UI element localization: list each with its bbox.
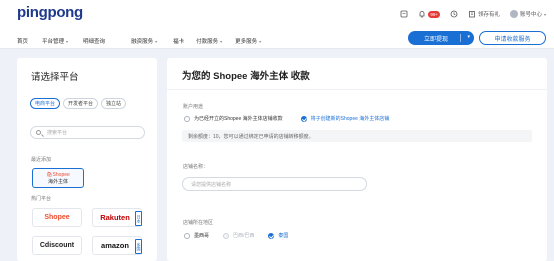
chevron-down-icon: ▾ (220, 39, 223, 44)
page-title: 为您的 Shopee 海外主体 收款 (182, 71, 310, 82)
building-icon (469, 11, 475, 18)
cdiscount-logo: Cdiscount (39, 242, 75, 249)
region-tag: 多国 (135, 239, 142, 254)
header-icons: 99+ 领存有礼 账号中心 ▾ (400, 7, 546, 21)
shopee-logo: Shopee (44, 214, 70, 221)
nav-item-finance[interactable]: 融资服务 ▾ (131, 37, 157, 45)
radio-button-disabled (223, 232, 230, 239)
radio-button-checked[interactable] (268, 232, 275, 239)
gift-label: 领存有礼 (477, 12, 500, 18)
divider (167, 89, 547, 90)
platform-card-amazon[interactable]: amazon 多国 (92, 236, 142, 255)
rakuten-logo: Rakuten (100, 213, 130, 222)
nav-item-home[interactable]: 首页 (17, 37, 28, 45)
main-nav: 首页 平台管理 ▾ 明细查询 融资服务 ▾ 福卡 付款服务 ▾ 更多服务 ▾ (17, 37, 261, 45)
account-label: 账号中心 (519, 12, 542, 18)
region-option-brazil: 巴西/巴西 (223, 232, 254, 239)
apply-service-button[interactable]: 申请收款服务 (479, 31, 546, 45)
user-icon (509, 10, 518, 18)
radio-button[interactable] (184, 232, 190, 239)
nav-item-card[interactable]: 福卡 (173, 37, 184, 45)
purpose-radio-group: 为已经开立的Shopee 海外主体店铺收款 将子创建新的Shopee 海外主体店… (184, 115, 389, 122)
quota-notice: 剩余额度：10，您可以通过绑定已申请的店铺转移额度。 (182, 130, 532, 142)
amazon-logo: amazon (101, 241, 129, 250)
nav-item-platform[interactable]: 平台管理 ▾ (42, 37, 68, 45)
region-option-mexico[interactable]: 墨西哥 (184, 232, 209, 239)
platform-type-tabs: 电商平台 开发者平台 独立站 (30, 98, 127, 109)
clipboard-icon[interactable] (400, 10, 408, 18)
notification-badge: 99+ (428, 10, 440, 18)
chevron-down-icon: ▾ (259, 39, 262, 44)
chevron-down-icon: ▾ (155, 39, 158, 44)
hot-label: 热门平台 (31, 196, 52, 202)
gift-link[interactable]: 领存有礼 (468, 10, 500, 18)
store-name-label: 店铺名称： (183, 164, 209, 170)
nav-item-details[interactable]: 明细查询 (83, 37, 105, 45)
tab-ecommerce[interactable]: 电商平台 (30, 98, 61, 109)
logo[interactable]: pingpong (17, 4, 83, 21)
panel-title: 请选择平台 (31, 72, 79, 83)
platform-card-shopee[interactable]: Shopee (32, 208, 82, 227)
collection-form-panel: 为您的 Shopee 海外主体 收款 账户用途 为已经开立的Shopee 海外主… (167, 58, 547, 261)
recent-label: 最近添加 (31, 157, 52, 163)
top-bar: pingpong 99+ 领存有礼 账号中心 ▾ 首页 平台管理 ▾ 明细查询 融… (0, 0, 554, 49)
tab-independent[interactable]: 独立站 (101, 98, 127, 109)
platform-card-rakuten[interactable]: Rakuten 日本 (92, 208, 142, 227)
region-label: 店铺所在地区 (183, 220, 214, 226)
platform-search-input[interactable]: 搜索平台 (30, 126, 145, 139)
store-name-input[interactable]: 请您提供店铺名称 (182, 177, 367, 191)
nav-item-more[interactable]: 更多服务 ▾ (235, 37, 261, 45)
purpose-option-existing[interactable]: 为已经开立的Shopee 海外主体店铺收款 (184, 115, 283, 122)
chevron-down-icon: ▾ (543, 11, 546, 17)
platform-panel: 请选择平台 电商平台 开发者平台 独立站 搜索平台 最近添加 🛍︎Shopee … (17, 58, 157, 261)
bell-icon[interactable]: 99+ (418, 10, 440, 18)
search-icon (36, 130, 41, 135)
chevron-down-icon: ▾ (66, 39, 69, 44)
withdraw-button[interactable]: 立即提现 ▾ (408, 31, 474, 45)
platform-card-cdiscount[interactable]: Cdiscount (32, 236, 82, 255)
nav-item-payment[interactable]: 付款服务 ▾ (196, 37, 222, 45)
region-radio-group: 墨西哥 巴西/巴西 泰国 (184, 232, 288, 239)
region-tag: 日本 (135, 211, 142, 226)
radio-button[interactable] (184, 115, 190, 122)
region-option-thailand[interactable]: 泰国 (268, 232, 288, 239)
chevron-down-icon[interactable]: ▾ (467, 34, 470, 40)
radio-button-checked[interactable] (300, 115, 307, 122)
recent-platform-card[interactable]: 🛍︎Shopee 海外主体 (32, 168, 84, 188)
tab-developer[interactable]: 开发者平台 (63, 98, 99, 109)
account-menu[interactable]: 账号中心 ▾ (509, 10, 546, 18)
clock-icon[interactable] (450, 10, 458, 18)
purpose-option-new[interactable]: 将子创建新的Shopee 海外主体店铺 (300, 115, 389, 122)
purpose-label: 账户用途 (183, 104, 204, 110)
